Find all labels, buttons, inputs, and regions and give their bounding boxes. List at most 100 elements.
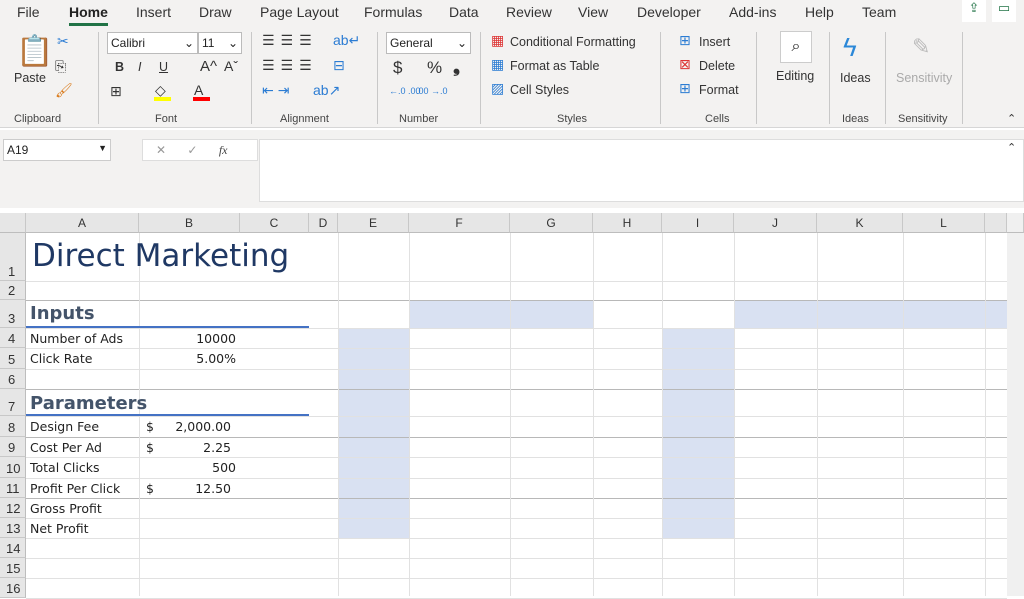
shrink-font-button[interactable]: Aˇ [224, 58, 238, 74]
orientation-icon[interactable]: ab↗ [313, 82, 340, 99]
editing-button[interactable]: Editing [776, 69, 814, 83]
row-header-12[interactable]: 12 [0, 498, 26, 518]
tab-developer[interactable]: Developer [637, 4, 701, 20]
tab-page-layout[interactable]: Page Layout [260, 4, 339, 20]
column-header-b[interactable]: B [139, 213, 240, 233]
parameter-label[interactable]: Profit Per Click [30, 481, 120, 496]
merge-center-icon[interactable]: ⊟ [333, 57, 345, 74]
select-all-corner[interactable] [0, 213, 26, 233]
input-label[interactable]: Number of Ads [30, 331, 123, 346]
row-header-13[interactable]: 13 [0, 518, 26, 538]
font-size-select[interactable]: 11 ⌄ [198, 32, 242, 54]
tab-data[interactable]: Data [449, 4, 479, 20]
vertical-scrollbar[interactable] [1007, 233, 1024, 596]
input-value[interactable]: 5.00% [196, 351, 236, 366]
column-header-c[interactable]: C [240, 213, 309, 233]
borders-icon[interactable]: ⊞ [110, 83, 122, 100]
number-format-select[interactable]: General ⌄ [386, 32, 471, 54]
grow-font-button[interactable]: A^ [200, 58, 217, 75]
row-header-2[interactable]: 2 [0, 281, 26, 300]
bold-button[interactable]: B [115, 60, 124, 74]
insert-cells-button[interactable]: Insert [699, 35, 730, 49]
formula-input[interactable] [259, 139, 1024, 202]
row-header-3[interactable]: 3 [0, 300, 26, 328]
row-header-4[interactable]: 4 [0, 328, 26, 348]
insert-function-icon[interactable]: fx [219, 143, 228, 157]
column-header-e[interactable]: E [338, 213, 409, 233]
copy-icon[interactable]: ⎘ [55, 58, 66, 75]
worksheet-grid[interactable]: A B C D E F G H I J K L 1 2 3 4 5 6 7 8 9 10 11 12 13 14 15 16 Direc… [0, 213, 1024, 599]
parameter-label[interactable]: Gross Profit [30, 501, 102, 516]
column-header-j[interactable]: J [734, 213, 817, 233]
input-label[interactable]: Click Rate [30, 351, 92, 366]
enter-icon[interactable]: ✓ [187, 143, 197, 157]
format-cells-button[interactable]: Format [699, 83, 739, 97]
inputs-header[interactable]: Inputs [30, 303, 95, 324]
parameter-label[interactable]: Cost Per Ad [30, 440, 102, 455]
tab-home[interactable]: Home [69, 4, 108, 26]
column-header-m[interactable] [985, 213, 1007, 233]
paste-button[interactable]: Paste [14, 71, 46, 85]
row-header-5[interactable]: 5 [0, 348, 26, 369]
horizontal-align-icons[interactable]: ☰☰☰ [262, 57, 318, 74]
name-box[interactable]: A19 ▼ [3, 139, 111, 161]
delete-cells-button[interactable]: Delete [699, 59, 735, 73]
row-header-14[interactable]: 14 [0, 538, 26, 558]
comments-icon[interactable]: ▭ [992, 0, 1016, 22]
row-header-10[interactable]: 10 [0, 457, 26, 478]
tab-insert[interactable]: Insert [136, 4, 171, 20]
currency-button[interactable]: $ [393, 58, 402, 78]
title-cell[interactable]: Direct Marketing [32, 238, 289, 274]
vertical-align-icons[interactable]: ☰☰☰ [262, 32, 318, 49]
parameter-label[interactable]: Design Fee [30, 419, 99, 434]
font-name-select[interactable]: Calibri ⌄ [107, 32, 198, 54]
cell-styles-button[interactable]: Cell Styles [510, 83, 569, 97]
paste-icon[interactable]: 📋 [16, 34, 53, 69]
tab-view[interactable]: View [578, 4, 608, 20]
expand-formula-bar-icon[interactable]: ⌃ [1007, 141, 1016, 154]
tab-formulas[interactable]: Formulas [364, 4, 422, 20]
column-header-d[interactable]: D [309, 213, 338, 233]
row-header-11[interactable]: 11 [0, 478, 26, 498]
tab-draw[interactable]: Draw [199, 4, 232, 20]
percent-button[interactable]: % [427, 58, 442, 78]
parameter-value[interactable]: 500 [212, 460, 236, 475]
parameter-label[interactable]: Total Clicks [30, 460, 99, 475]
ideas-button[interactable]: Ideas [840, 71, 871, 85]
wrap-text-icon[interactable]: ab↵ [333, 32, 360, 49]
tab-add-ins[interactable]: Add-ins [729, 4, 776, 20]
column-header-l[interactable]: L [903, 213, 985, 233]
search-icon[interactable]: ⌕ [780, 31, 812, 63]
decrease-decimal-button[interactable]: .00 →.0 [416, 86, 448, 96]
parameter-value[interactable]: 12.50 [195, 481, 231, 496]
column-header-i[interactable]: I [662, 213, 734, 233]
format-painter-icon[interactable]: 🖌 [55, 82, 73, 99]
format-as-table-button[interactable]: Format as Table [510, 59, 599, 73]
tab-team[interactable]: Team [862, 4, 896, 20]
parameter-label[interactable]: Net Profit [30, 521, 89, 536]
row-header-8[interactable]: 8 [0, 416, 26, 437]
parameter-value[interactable]: 2.25 [203, 440, 231, 455]
column-header-g[interactable]: G [510, 213, 593, 233]
underline-button[interactable]: U [159, 60, 168, 74]
share-icon[interactable]: ⇪ [962, 0, 986, 22]
font-color-button[interactable]: A [194, 82, 203, 98]
row-header-15[interactable]: 15 [0, 558, 26, 578]
cut-icon[interactable]: ✂ [57, 33, 69, 50]
cancel-icon[interactable]: ✕ [156, 143, 166, 157]
row-header-6[interactable]: 6 [0, 369, 26, 389]
scroll-left-button[interactable] [1007, 213, 1024, 233]
conditional-formatting-button[interactable]: Conditional Formatting [510, 35, 636, 49]
column-header-f[interactable]: F [409, 213, 510, 233]
tab-review[interactable]: Review [506, 4, 552, 20]
row-header-1[interactable]: 1 [0, 233, 26, 281]
ideas-lightning-icon[interactable]: ϟ [843, 32, 857, 63]
sensitivity-button[interactable]: Sensitivity [896, 71, 952, 85]
parameters-header[interactable]: Parameters [30, 393, 147, 414]
collapse-ribbon-icon[interactable]: ⌃ [1007, 112, 1016, 125]
row-header-9[interactable]: 9 [0, 437, 26, 457]
comma-button[interactable]: ❟ [453, 56, 460, 77]
italic-button[interactable]: I [138, 60, 141, 74]
row-header-16[interactable]: 16 [0, 578, 26, 598]
column-header-h[interactable]: H [593, 213, 662, 233]
